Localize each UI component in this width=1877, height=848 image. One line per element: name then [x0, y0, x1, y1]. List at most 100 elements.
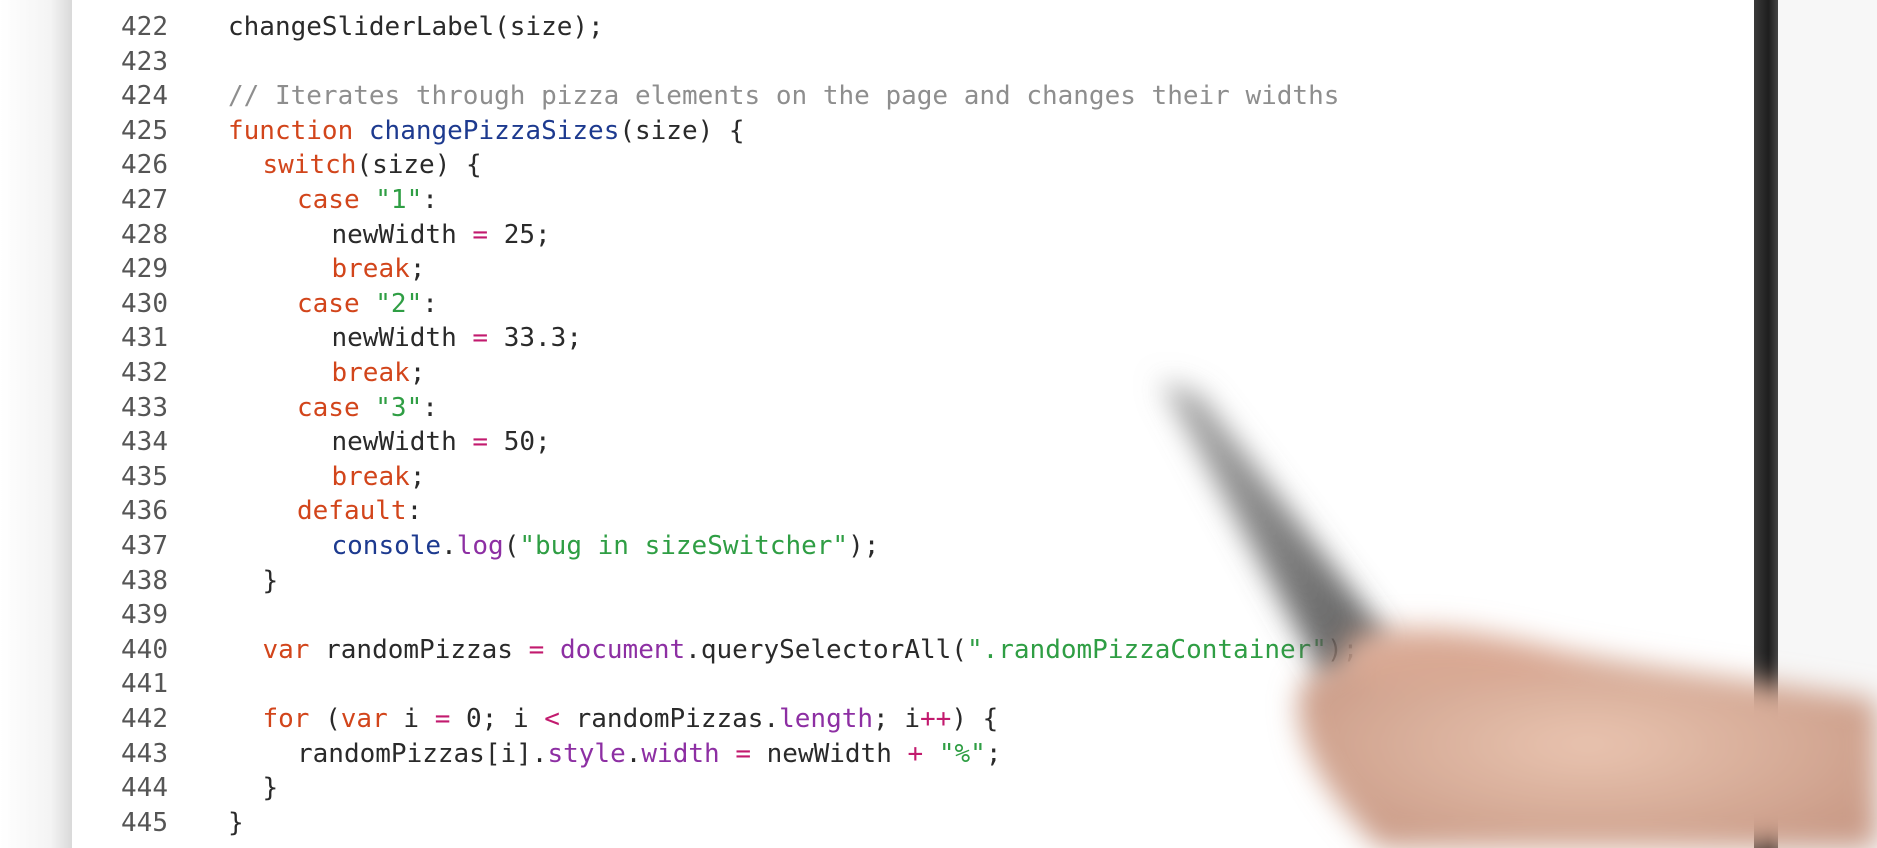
code-token: "%" — [938, 738, 986, 769]
code-text: newWidth = 33.3; — [168, 321, 582, 355]
code-token: 50; — [488, 427, 551, 458]
line-number: 433 — [121, 392, 168, 423]
code-token: ; — [409, 358, 426, 388]
code-line[interactable]: 442 for (var i = 0; i < randomPizzas.leng… — [72, 702, 998, 736]
code-line[interactable]: 430 case "2": — [72, 287, 438, 321]
code-token: newWidth — [331, 323, 473, 354]
code-text: break; — [168, 356, 426, 390]
code-token: ; i — [873, 704, 920, 734]
code-token: . — [625, 738, 642, 769]
code-token: function — [228, 115, 354, 146]
code-token: break — [331, 461, 410, 492]
code-editor[interactable]: 422 changeSliderLabel(size); 423 424 // Iter… — [72, 0, 1754, 848]
code-text: } — [168, 771, 279, 805]
code-token: case — [297, 185, 360, 215]
code-line[interactable]: 424 // Iterates through pizza elements on… — [72, 79, 1339, 113]
code-token: "1" — [375, 185, 423, 215]
code-line[interactable]: 445} — [72, 806, 244, 840]
code-text: newWidth = 50; — [168, 425, 551, 459]
code-line[interactable]: 441 — [72, 667, 228, 701]
code-line[interactable]: 426 switch(size) { — [72, 148, 482, 182]
code-text: changeSliderLabel(size); — [168, 10, 604, 44]
code-token: } — [262, 565, 279, 596]
code-line[interactable]: 431 newWidth = 33.3; — [72, 321, 582, 355]
code-text: // Iterates through pizza elements on th… — [168, 79, 1339, 113]
code-line[interactable]: 428 newWidth = 25; — [72, 218, 551, 252]
code-token: 33.3; — [488, 323, 582, 354]
line-number: 444 — [121, 773, 168, 804]
code-line[interactable]: 437 console.log("bug in sizeSwitcher"); — [72, 529, 879, 563]
code-token: ( — [503, 531, 520, 561]
line-number: 423 — [121, 46, 168, 77]
code-token: = — [434, 704, 451, 734]
code-token: ".randomPizzaContainer" — [966, 634, 1327, 665]
line-number: 435 — [121, 461, 168, 492]
line-number: 445 — [121, 807, 168, 838]
code-line[interactable]: 440 var randomPizzas = document.querySele… — [72, 633, 1358, 667]
code-token: randomPizzas[i]. — [297, 738, 548, 769]
line-number: 436 — [121, 496, 168, 527]
code-token: < — [544, 704, 560, 734]
code-token: : — [422, 288, 438, 319]
code-text: } — [168, 564, 279, 598]
code-line[interactable]: 433 case "3": — [72, 391, 438, 425]
code-token: console — [331, 531, 442, 561]
code-token: ; — [409, 254, 426, 285]
code-token: break — [331, 254, 410, 285]
line-number: 427 — [121, 185, 168, 215]
code-line[interactable]: 427 case "1": — [72, 183, 438, 217]
code-token: } — [262, 773, 279, 804]
code-area[interactable]: 422 changeSliderLabel(size); 423 424 // Iter… — [72, 0, 1754, 848]
code-line[interactable]: 422 changeSliderLabel(size); — [72, 10, 604, 44]
code-token: changePizzaSizes — [368, 115, 620, 146]
code-token: 25; — [488, 219, 551, 250]
code-token: = — [472, 219, 489, 250]
code-line[interactable]: 423 — [72, 45, 228, 79]
code-text: case "1": — [168, 183, 438, 217]
line-number: 442 — [121, 704, 168, 734]
code-token: : — [422, 392, 438, 423]
code-line[interactable]: 434 newWidth = 50; — [72, 425, 551, 459]
code-token: ); — [848, 531, 880, 561]
code-text: console.log("bug in sizeSwitcher"); — [168, 529, 880, 563]
code-token: for — [262, 704, 310, 734]
line-number: 439 — [121, 600, 168, 631]
code-token: ) { — [951, 704, 999, 734]
code-line[interactable]: 432 break; — [72, 356, 425, 390]
code-line[interactable]: 439 — [72, 598, 228, 632]
code-token: style — [547, 738, 626, 769]
code-token: var — [340, 704, 388, 734]
code-token: "3" — [375, 392, 423, 423]
code-line[interactable]: 425 function changePizzaSizes(size) { — [72, 114, 745, 148]
code-line[interactable]: 443 randomPizzas[i].style.width = newWidt… — [72, 737, 1001, 771]
code-text: function changePizzaSizes(size) { — [168, 114, 745, 148]
code-text: randomPizzas[i].style.width = newWidth +… — [168, 737, 1001, 771]
code-line[interactable]: 435 break; — [72, 460, 425, 494]
line-number: 429 — [121, 254, 168, 285]
code-token: : — [406, 496, 423, 527]
code-text: case "2": — [168, 287, 438, 321]
code-line[interactable]: 438} — [72, 564, 278, 598]
code-text: switch(size) { — [168, 148, 482, 182]
code-token: case — [297, 288, 360, 319]
line-number: 438 — [121, 565, 168, 596]
line-number: 440 — [121, 634, 168, 665]
code-token: case — [297, 392, 360, 423]
line-number: 437 — [121, 531, 168, 561]
line-number: 430 — [121, 288, 168, 319]
code-token: (size) { — [356, 150, 482, 181]
window-left-edge — [0, 0, 72, 848]
code-line[interactable]: 429 break; — [72, 252, 425, 286]
code-line[interactable]: 436 default: — [72, 494, 422, 528]
code-line[interactable]: 444} — [72, 771, 278, 805]
code-token: ( — [309, 704, 341, 734]
code-token: ; — [409, 461, 426, 492]
line-number: 441 — [121, 669, 168, 700]
line-number: 426 — [121, 150, 168, 181]
